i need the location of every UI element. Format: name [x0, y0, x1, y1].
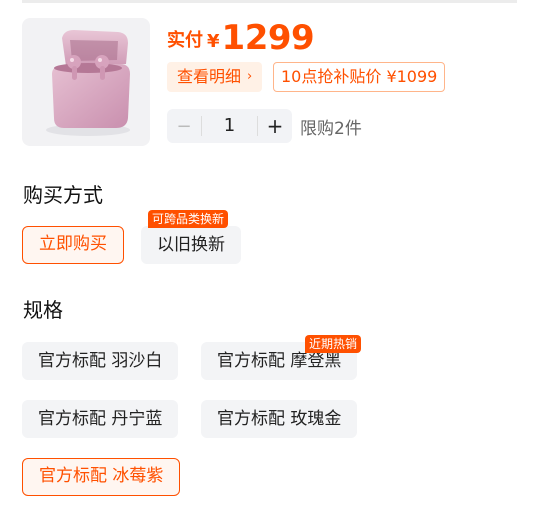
- spec-option-blue[interactable]: 官方标配 丹宁蓝: [22, 400, 179, 438]
- decrease-button[interactable]: −: [167, 116, 201, 137]
- view-details-label: 查看明细: [177, 67, 242, 86]
- product-image[interactable]: [22, 18, 150, 146]
- view-details-button[interactable]: 查看明细 ›: [167, 62, 263, 92]
- subsidy-price-tag: 10点抢补贴价 ¥1099: [273, 62, 446, 92]
- purchase-method-title: 购买方式: [23, 183, 103, 207]
- earbuds-case-illustration: [46, 30, 130, 136]
- price-label: 实付: [167, 30, 203, 51]
- option-buy-now[interactable]: 立即购买: [22, 226, 124, 264]
- price-value: 1299: [221, 18, 315, 58]
- top-divider: [22, 0, 517, 3]
- spec-option-purple[interactable]: 官方标配 冰莓紫: [22, 458, 181, 496]
- hot-selling-badge: 近期热销: [305, 335, 362, 353]
- price-currency: ¥: [207, 31, 220, 52]
- purchase-limit-text: 限购2件: [300, 119, 362, 139]
- chevron-right-icon: ›: [247, 69, 253, 84]
- quantity-stepper: − 1 +: [167, 109, 292, 143]
- increase-button[interactable]: +: [258, 114, 292, 138]
- quantity-input[interactable]: 1: [201, 116, 258, 136]
- option-trade-in[interactable]: 以旧换新: [141, 226, 241, 264]
- spec-title: 规格: [23, 298, 63, 322]
- spec-option-white[interactable]: 官方标配 羽沙白: [22, 342, 179, 380]
- spec-option-rose-gold[interactable]: 官方标配 玫瑰金: [201, 400, 358, 438]
- price-row: 实付 ¥ 1299: [167, 18, 315, 58]
- trade-in-badge: 可跨品类换新: [148, 210, 229, 228]
